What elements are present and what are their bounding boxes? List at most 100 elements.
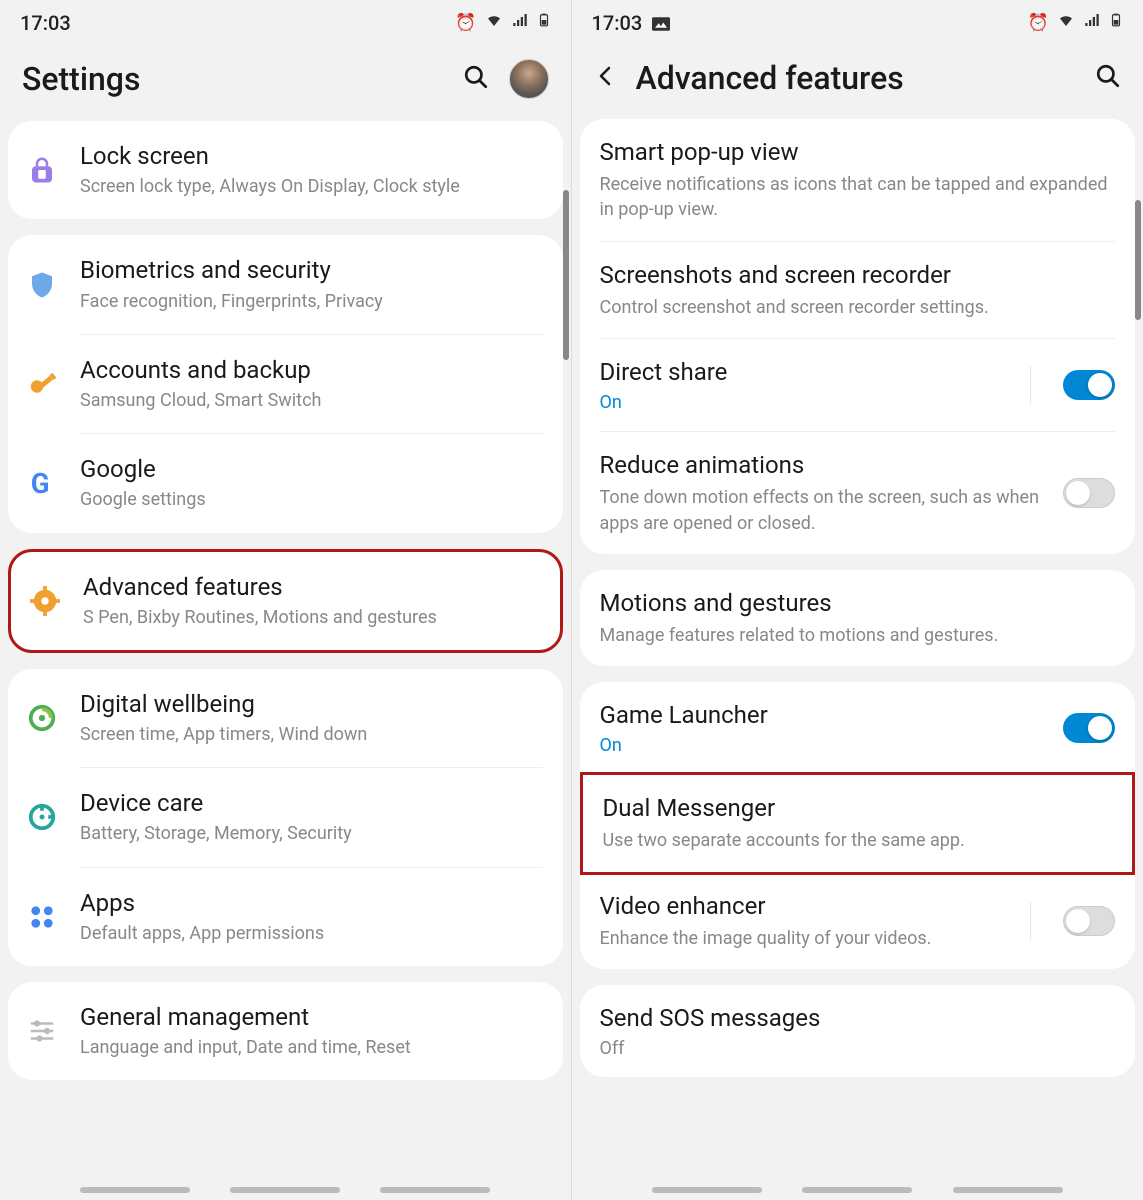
key-icon [24,366,60,402]
gear-icon [27,583,63,619]
settings-item-lock-screen[interactable]: Lock screenScreen lock type, Always On D… [8,121,563,219]
sliders-icon [24,1013,60,1049]
advanced-item-game-launcher[interactable]: Game LauncherOn [580,682,1136,774]
item-subtitle: Language and input, Date and time, Reset [80,1035,547,1060]
battery-icon [1109,10,1123,35]
item-title: Advanced features [83,572,544,603]
item-title: Device care [80,788,547,819]
settings-item-digital-wellbeing[interactable]: Digital wellbeingScreen time, App timers… [8,669,563,767]
item-title: Screenshots and screen recorder [600,260,1116,291]
toggle-switch[interactable] [1063,370,1115,400]
advanced-group: Send SOS messagesOff [580,985,1136,1077]
settings-group: Digital wellbeingScreen time, App timers… [8,669,563,966]
item-subtitle: Enhance the image quality of your videos… [600,926,1017,951]
search-icon[interactable] [463,64,489,94]
item-subtitle: Face recognition, Fingerprints, Privacy [80,289,547,314]
toggle-switch[interactable] [1063,478,1115,508]
nav-bar[interactable] [0,1188,571,1200]
item-subtitle: Use two separate accounts for the same a… [603,828,1113,853]
svg-text:G: G [31,468,50,498]
nav-recent[interactable] [652,1187,762,1193]
advanced-item-motions-gestures[interactable]: Motions and gestures Manage features rela… [580,570,1136,666]
item-subtitle: Screen lock type, Always On Display, Clo… [80,174,547,199]
settings-item-google[interactable]: GGoogleGoogle settings [8,434,563,532]
statusbar: 17:03 ⏰ [572,0,1143,41]
item-status: Off [600,1038,1116,1059]
scrollbar[interactable] [563,190,569,360]
advanced-group: Game LauncherOnDual MessengerUse two sep… [580,682,1136,969]
toggle-separator [1030,366,1031,404]
phone-advanced-features: 17:03 ⏰ Advanced features Smart pop-up v… [572,0,1143,1200]
item-title: Direct share [600,357,1017,388]
advanced-item-video-enhancer[interactable]: Video enhancer Enhance the image quality … [580,873,1136,969]
advanced-item-direct-share[interactable]: Direct share On [580,339,1136,431]
item-subtitle: Tone down motion effects on the screen, … [600,485,1050,535]
nav-bar[interactable] [572,1188,1143,1200]
settings-group: Advanced featuresS Pen, Bixby Routines, … [8,549,563,653]
settings-group: Biometrics and security Face recognition,… [8,235,563,532]
advanced-item-send-sos[interactable]: Send SOS messagesOff [580,985,1136,1077]
item-title: Lock screen [80,141,547,172]
item-subtitle: Battery, Storage, Memory, Security [80,821,547,846]
battery-icon [537,10,551,35]
nav-recent[interactable] [80,1187,190,1193]
item-title: Biometrics and security [80,255,547,286]
advanced-header: Advanced features [572,41,1143,119]
lock-icon [24,152,60,188]
item-subtitle: Screen time, App timers, Wind down [80,722,547,747]
advanced-group: Motions and gestures Manage features rela… [580,570,1136,666]
item-subtitle: S Pen, Bixby Routines, Motions and gestu… [83,605,544,630]
item-subtitle: Control screenshot and screen recorder s… [600,295,1116,320]
item-subtitle: Manage features related to motions and g… [600,623,1116,648]
back-icon[interactable] [594,64,618,92]
settings-group: Lock screenScreen lock type, Always On D… [8,121,563,219]
advanced-list[interactable]: Smart pop-up view Receive notifications a… [572,119,1143,1188]
item-subtitle: Receive notifications as icons that can … [600,172,1116,222]
settings-item-accounts-backup[interactable]: Accounts and backupSamsung Cloud, Smart … [8,335,563,433]
settings-header: Settings [0,41,571,121]
item-title: Reduce animations [600,450,1050,481]
toggle-separator [1030,902,1031,940]
nav-home[interactable] [802,1187,912,1193]
nav-back[interactable] [953,1187,1063,1193]
shield-icon [24,267,60,303]
item-title: Game Launcher [600,700,1050,731]
scrollbar[interactable] [1135,200,1141,320]
settings-item-apps[interactable]: AppsDefault apps, App permissions [8,868,563,966]
item-subtitle: Default apps, App permissions [80,921,547,946]
devicecare-icon [24,799,60,835]
item-subtitle: Google settings [80,487,547,512]
google-icon: G [24,465,60,501]
settings-item-biometrics[interactable]: Biometrics and security Face recognition,… [8,235,563,333]
settings-item-general-management[interactable]: General managementLanguage and input, Da… [8,982,563,1080]
advanced-item-reduce-animations[interactable]: Reduce animations Tone down motion effect… [580,432,1136,554]
advanced-item-screenshots[interactable]: Screenshots and screen recorder Control s… [580,242,1136,338]
item-status: On [600,392,1017,413]
item-title: Smart pop-up view [600,137,1116,168]
item-title: Accounts and backup [80,355,547,386]
page-title: Settings [22,60,140,98]
settings-list[interactable]: Lock screenScreen lock type, Always On D… [0,121,571,1188]
toggle-switch[interactable] [1063,713,1115,743]
item-subtitle: Samsung Cloud, Smart Switch [80,388,547,413]
advanced-item-smart-popup[interactable]: Smart pop-up view Receive notifications a… [580,119,1136,241]
profile-avatar[interactable] [509,59,549,99]
statusbar-icons: ⏰ [1028,10,1123,35]
item-title: Digital wellbeing [80,689,547,720]
alarm-icon: ⏰ [1028,13,1049,33]
item-title: Video enhancer [600,891,1017,922]
settings-item-device-care[interactable]: Device careBattery, Storage, Memory, Sec… [8,768,563,866]
wifi-icon [1057,11,1075,34]
item-title: Motions and gestures [600,588,1116,619]
settings-item-advanced-features[interactable]: Advanced featuresS Pen, Bixby Routines, … [11,552,560,650]
search-icon[interactable] [1095,63,1121,93]
nav-home[interactable] [230,1187,340,1193]
signal-icon [511,11,529,34]
toggle-switch[interactable] [1063,906,1115,936]
advanced-item-dual-messenger[interactable]: Dual MessengerUse two separate accounts … [580,772,1136,874]
nav-back[interactable] [380,1187,490,1193]
phone-settings-main: 17:03 ⏰ Settings Lock screenScreen lock … [0,0,572,1200]
statusbar-time: 17:03 [592,11,671,35]
statusbar-time: 17:03 [20,11,71,35]
apps-icon [24,899,60,935]
